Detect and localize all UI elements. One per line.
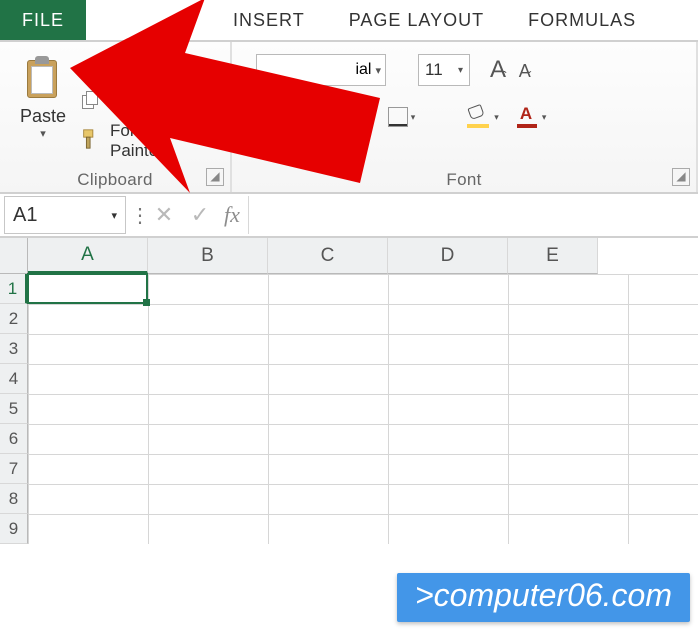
copy-icon	[80, 91, 102, 113]
watermark: >computer06.com	[397, 573, 690, 622]
dialog-launcher-icon[interactable]: ◢	[672, 168, 690, 186]
cancel-formula-button[interactable]: ✕	[146, 202, 182, 228]
selected-cell[interactable]	[27, 273, 148, 304]
decrease-font-button[interactable]: Aˇ	[519, 61, 532, 84]
col-header[interactable]: C	[268, 238, 388, 274]
tab-gap	[86, 0, 211, 40]
grow-shrink-font: Aˆ Aˇ	[490, 56, 531, 84]
font-size-value: 11	[425, 60, 443, 80]
tab-page-layout[interactable]: PAGE LAYOUT	[327, 0, 506, 40]
paste-label: Paste	[20, 106, 66, 127]
paste-button[interactable]: Paste ▾	[12, 54, 74, 161]
separator: ⋮	[130, 203, 146, 228]
fx-label[interactable]: fx	[224, 202, 240, 228]
spreadsheet-grid: 1 2 3 4 5 6 7 8 9 A B C D E	[0, 238, 698, 548]
chevron-down-icon[interactable]: ▾	[494, 112, 499, 123]
borders-button[interactable]: ▾	[388, 107, 416, 127]
row-header[interactable]: 1	[0, 274, 28, 304]
name-box[interactable]: A1 ▾	[4, 196, 126, 234]
tab-insert[interactable]: INSERT	[211, 0, 327, 40]
increase-font-button[interactable]: Aˆ	[490, 56, 507, 84]
copy-button[interactable]: ▾	[80, 91, 218, 113]
font-color-icon: A	[517, 106, 539, 128]
select-all-corner[interactable]	[0, 238, 28, 274]
fill-color-button[interactable]: ▾	[467, 106, 499, 128]
group-font: ial ▾ 11 ▾ Aˆ Aˇ B I U▾ ▾ ▾ A▾ Font ◢	[232, 42, 698, 192]
scissors-icon	[80, 56, 102, 83]
ribbon: Paste ▾ ▾	[0, 42, 698, 194]
row-header[interactable]: 7	[0, 454, 28, 484]
cut-button[interactable]	[80, 56, 218, 83]
col-header[interactable]: E	[508, 238, 598, 274]
row-header[interactable]: 2	[0, 304, 28, 334]
col-header[interactable]: B	[148, 238, 268, 274]
row-header[interactable]: 3	[0, 334, 28, 364]
chevron-down-icon[interactable]: ▾	[111, 209, 117, 222]
col-header[interactable]: A	[28, 238, 148, 274]
chevron-down-icon[interactable]: ▾	[542, 112, 547, 123]
cells-area[interactable]	[28, 274, 698, 544]
group-clipboard-label: Clipboard	[0, 170, 230, 190]
bold-button[interactable]: B	[256, 106, 270, 129]
row-header[interactable]: 8	[0, 484, 28, 514]
chevron-down-icon[interactable]: ▾	[375, 64, 381, 77]
formula-bar: A1 ▾ ⋮ ✕ ✓ fx	[0, 194, 698, 238]
name-box-value: A1	[13, 204, 37, 227]
ribbon-tabs: FILE INSERT PAGE LAYOUT FORMULAS	[0, 0, 698, 42]
format-painter-button[interactable]: Format Painter	[80, 121, 218, 161]
row-header[interactable]: 6	[0, 424, 28, 454]
tab-formulas[interactable]: FORMULAS	[506, 0, 658, 40]
row-header[interactable]: 5	[0, 394, 28, 424]
fill-handle[interactable]	[143, 299, 150, 306]
row-header[interactable]: 4	[0, 364, 28, 394]
font-name-combo[interactable]: ial ▾	[256, 54, 386, 86]
row-header[interactable]: 9	[0, 514, 28, 544]
font-color-button[interactable]: A▾	[517, 106, 547, 128]
font-name-value: ial	[355, 61, 371, 79]
chevron-down-icon[interactable]: ▾	[458, 65, 463, 76]
font-size-combo[interactable]: 11 ▾	[418, 54, 470, 86]
group-font-label: Font	[232, 170, 696, 190]
format-painter-label: Format Painter	[110, 121, 218, 161]
col-header[interactable]: D	[388, 238, 508, 274]
tab-file[interactable]: FILE	[0, 0, 86, 40]
chevron-down-icon[interactable]: ▾	[331, 112, 336, 123]
chevron-down-icon[interactable]: ▾	[411, 112, 416, 123]
italic-button[interactable]: I	[288, 104, 295, 130]
chevron-down-icon[interactable]: ▾	[40, 127, 46, 140]
formula-input[interactable]	[248, 196, 698, 234]
group-clipboard: Paste ▾ ▾	[0, 42, 232, 192]
dialog-launcher-icon[interactable]: ◢	[206, 168, 224, 186]
underline-button[interactable]: U▾	[314, 106, 336, 129]
paint-bucket-icon	[467, 106, 491, 128]
brush-icon	[80, 128, 102, 155]
border-icon	[388, 107, 408, 127]
chevron-down-icon[interactable]: ▾	[118, 97, 123, 108]
enter-formula-button[interactable]: ✓	[182, 202, 218, 228]
clipboard-icon	[23, 54, 63, 102]
